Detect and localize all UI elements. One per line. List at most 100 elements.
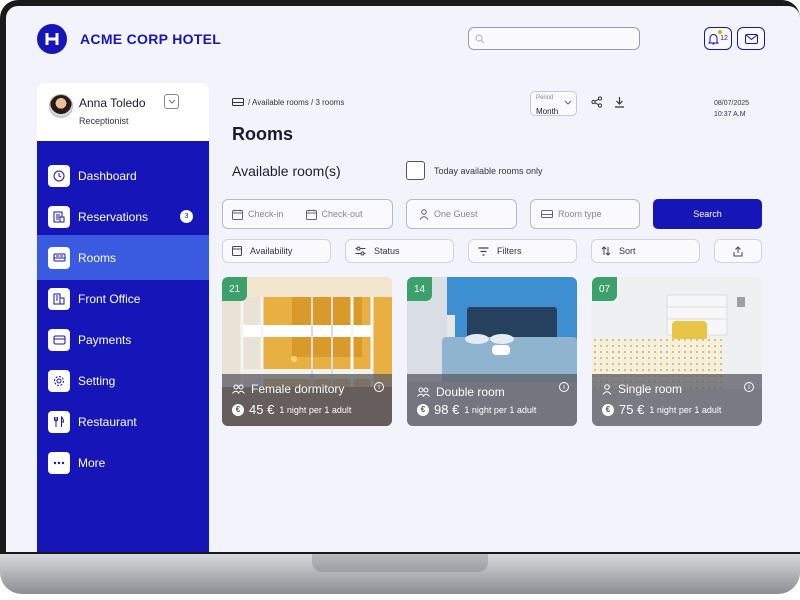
room-card[interactable]: 07 Single room € 75 € 1 night per 1 adul… [592,277,762,426]
sidebar: Dashboard Reservations 3 Rooms Front Off… [37,141,209,552]
checkin-field[interactable]: Check-in [232,209,284,220]
cutlery-icon [48,410,70,433]
breadcrumb: / Available rooms / 3 rooms [232,98,344,107]
date-time: 08/07/2025 10:37 A.M [714,98,749,120]
search-button[interactable]: Search [653,199,762,229]
app-screen: ACME CORP HOTEL 12 Anna Toledo Reception… [6,6,800,552]
calendar-icon [232,209,243,220]
card-icon [48,328,70,351]
laptop-notch [312,554,488,572]
chevron-down-icon [564,100,572,105]
status-filter[interactable]: Status [345,239,454,263]
download-icon[interactable] [614,96,625,108]
sidebar-item-restaurant[interactable]: Restaurant [37,399,209,444]
calendar-list-icon [48,205,70,228]
hotel-logo[interactable] [37,24,67,54]
building-icon [48,287,70,310]
user-menu-toggle[interactable] [164,94,179,109]
available-rooms-title: Available room(s) [232,163,341,179]
room-price: 75 € [619,402,645,417]
room-name: Single room [618,382,683,396]
sidebar-item-label: Setting [78,373,116,388]
messages-button[interactable] [737,27,765,50]
room-number: 14 [407,277,432,301]
search-input[interactable] [489,33,629,44]
sidebar-item-label: Restaurant [78,414,137,429]
euro-icon: € [417,403,429,416]
sort-label: Sort [619,246,636,256]
breadcrumb-text[interactable]: / Available rooms / 3 rooms [248,98,344,107]
bed-icon [232,98,244,106]
euro-icon: € [232,403,244,416]
room-number: 21 [222,277,247,301]
chevron-down-icon [168,99,175,104]
calendar-icon [305,209,317,220]
bed-icon [48,246,70,269]
sidebar-item-more[interactable]: More [37,440,209,485]
couple-icon [417,387,430,397]
sidebar-item-label: Payments [78,332,132,347]
room-info: Single room € 75 € 1 night per 1 adult i [592,374,762,426]
upload-icon [733,245,743,256]
sidebar-item-label: More [78,455,106,470]
sidebar-item-label: Rooms [78,250,117,265]
sidebar-item-setting[interactable]: Setting [37,358,209,403]
user-role: Receptionist [79,116,129,126]
room-card[interactable]: 14 Double room € 98 € 1 night per 1 adul… [407,277,577,426]
sidebar-item-payments[interactable]: Payments [37,317,209,362]
user-name: Anna Toledo [79,96,146,110]
person-icon [419,208,429,220]
room-price: 45 € [249,402,275,417]
date-range-field[interactable]: Check-in Check-out [222,199,393,229]
clock-icon [48,164,70,187]
status-label: Status [374,246,400,256]
export-button[interactable] [714,239,762,263]
laptop-base [0,554,800,594]
filters-label: Filters [497,246,522,256]
sidebar-item-dashboard[interactable]: Dashboard [37,153,209,198]
price-unit: 1 night per 1 adult [279,404,352,415]
checkout-label: Check-out [321,209,363,219]
page-title: Rooms [232,124,294,144]
current-date: 08/07/2025 [714,100,750,107]
guests-field[interactable]: One Guest [406,199,517,229]
checkin-label: Check-in [248,209,284,219]
room-card[interactable]: 21 Female dormitory € 45 € 1 night per 1… [222,277,392,426]
info-icon[interactable]: i [744,382,754,392]
mail-icon [744,33,758,44]
room-type-field[interactable]: Room type [530,199,640,229]
sidebar-item-reservations[interactable]: Reservations 3 [37,194,209,239]
brand-name: ACME CORP HOTEL [80,31,222,47]
share-icon[interactable] [591,96,603,108]
info-icon[interactable]: i [374,382,384,392]
sidebar-item-rooms[interactable]: Rooms [37,235,209,280]
price-unit: 1 night per 1 adult [464,404,537,415]
checkout-field[interactable]: Check-out [305,209,363,220]
room-name: Female dormitory [251,382,345,396]
sliders-icon [355,246,366,256]
room-name: Double room [436,385,505,399]
sort-button[interactable]: Sort [591,239,700,263]
availability-filter[interactable]: Availability [222,239,331,263]
filters-button[interactable]: Filters [468,239,577,263]
room-type-label: Room type [558,209,602,219]
group-icon [232,384,245,394]
room-info: Female dormitory € 45 € 1 night per 1 ad… [222,374,392,426]
search-bar[interactable] [468,27,640,50]
sidebar-item-front-office[interactable]: Front Office [37,276,209,321]
room-number: 07 [592,277,617,301]
guests-label: One Guest [434,209,478,219]
price-unit: 1 night per 1 adult [649,404,722,415]
user-card[interactable]: Anna Toledo Receptionist [37,83,209,143]
notifications-button[interactable]: 12 [704,27,732,50]
period-value: Month [536,107,559,116]
reservations-badge: 3 [180,210,193,223]
euro-icon: € [602,403,614,416]
room-price: 98 € [434,402,460,417]
availability-label: Availability [250,246,293,256]
calendar-icon [232,246,242,256]
sidebar-item-label: Reservations [78,209,149,224]
today-only-checkbox[interactable] [406,161,425,180]
period-select[interactable]: Period Month [530,91,577,116]
info-icon[interactable]: i [559,382,569,392]
